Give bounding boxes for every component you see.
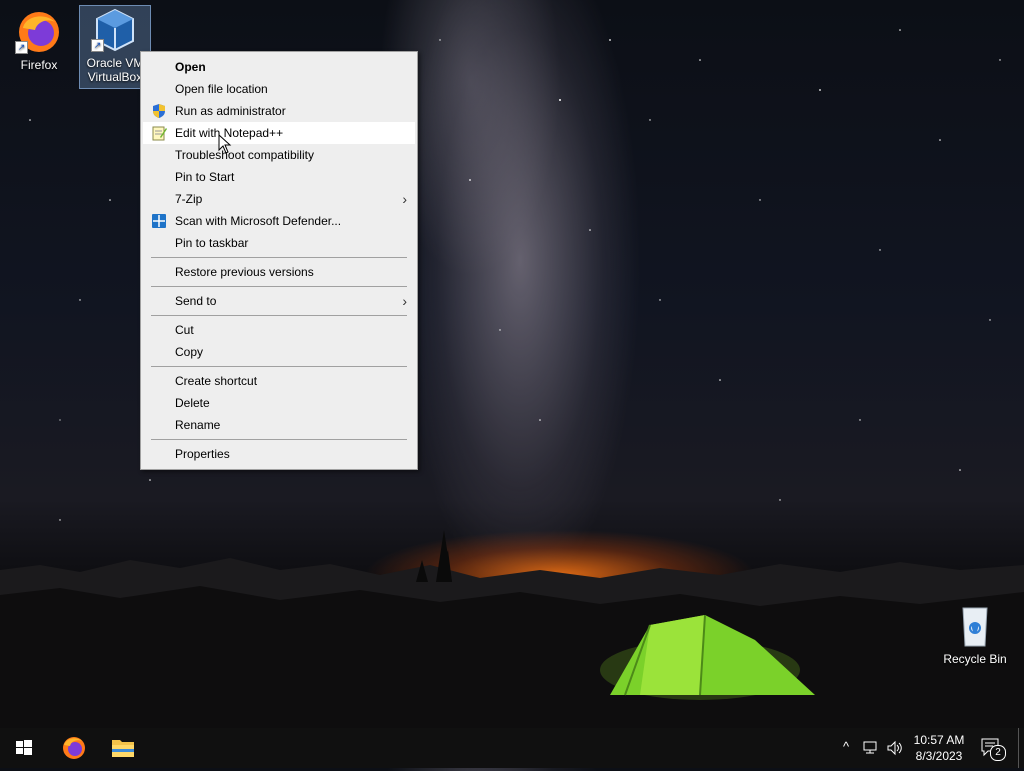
menu-item-troubleshoot-compatibility[interactable]: Troubleshoot compatibility: [143, 144, 415, 166]
volume-icon[interactable]: [886, 739, 904, 757]
menu-item-7-zip[interactable]: 7-Zip ›: [143, 188, 415, 210]
menu-item-label: 7-Zip: [175, 192, 203, 206]
menu-item-label: Troubleshoot compatibility: [175, 148, 314, 162]
menu-item-run-as-administrator[interactable]: Run as administrator: [143, 100, 415, 122]
menu-item-edit-with-notepad-plus-plus[interactable]: Edit with Notepad++: [143, 122, 415, 144]
menu-item-properties[interactable]: Properties: [143, 443, 415, 465]
menu-separator: [151, 366, 407, 367]
menu-item-open[interactable]: Open: [143, 56, 415, 78]
menu-item-restore-previous-versions[interactable]: Restore previous versions: [143, 261, 415, 283]
chevron-right-icon: ›: [402, 293, 407, 309]
clock-time: 10:57 AM: [913, 733, 965, 747]
action-center-button[interactable]: 2: [980, 737, 1006, 761]
menu-item-label: Pin to taskbar: [175, 236, 249, 250]
show-desktop-button[interactable]: [1018, 728, 1024, 768]
menu-item-rename[interactable]: Rename: [143, 414, 415, 436]
firefox-icon: [63, 737, 85, 759]
defender-icon: [151, 213, 167, 229]
notification-count-badge: 2: [990, 745, 1006, 761]
taskbar-firefox-button[interactable]: [50, 728, 98, 768]
menu-item-label: Rename: [175, 418, 221, 432]
shortcut-arrow-icon: ↗: [91, 39, 104, 52]
shield-icon: [151, 103, 167, 119]
firefox-icon: ↗: [15, 8, 63, 56]
menu-item-label: Pin to Start: [175, 170, 235, 184]
recycle-bin-icon: [951, 602, 999, 650]
menu-item-label: Restore previous versions: [175, 265, 314, 279]
menu-item-delete[interactable]: Delete: [143, 392, 415, 414]
notepad-plus-plus-icon: [151, 125, 167, 141]
menu-item-label: Run as administrator: [175, 104, 286, 118]
menu-item-open-file-location[interactable]: Open file location: [143, 78, 415, 100]
menu-item-label: Copy: [175, 345, 204, 359]
chevron-right-icon: ›: [402, 191, 407, 207]
menu-item-pin-to-start[interactable]: Pin to Start: [143, 166, 415, 188]
menu-item-send-to[interactable]: Send to ›: [143, 290, 415, 312]
desktop-icon-label: Recycle Bin: [943, 652, 1007, 666]
network-icon[interactable]: [862, 739, 880, 757]
menu-item-create-shortcut[interactable]: Create shortcut: [143, 370, 415, 392]
show-hidden-icons-button[interactable]: ^: [838, 739, 854, 754]
menu-item-scan-with-defender[interactable]: Scan with Microsoft Defender...: [143, 210, 415, 232]
context-menu: Open Open file location Run as administr…: [140, 51, 418, 470]
menu-separator: [151, 315, 407, 316]
clock-date: 8/3/2023: [915, 749, 963, 763]
virtualbox-icon: ↗: [91, 6, 139, 54]
clock[interactable]: 10:57 AM 8/3/2023: [908, 731, 970, 765]
menu-item-label: Cut: [175, 323, 194, 337]
menu-separator: [151, 257, 407, 258]
taskbar: ^ 10:57 AM 8/3/2023 2: [0, 728, 1024, 768]
menu-item-label: Properties: [175, 447, 230, 461]
desktop-icon-recycle-bin[interactable]: Recycle Bin: [940, 602, 1010, 666]
taskbar-file-explorer-button[interactable]: [99, 728, 147, 768]
menu-item-copy[interactable]: Copy: [143, 341, 415, 363]
desktop-icon-label: Firefox: [20, 58, 58, 72]
menu-item-cut[interactable]: Cut: [143, 319, 415, 341]
file-explorer-icon: [112, 740, 134, 757]
menu-item-label: Open: [175, 60, 206, 74]
landscape: [0, 530, 1024, 735]
menu-item-label: Scan with Microsoft Defender...: [175, 214, 342, 228]
menu-item-pin-to-taskbar[interactable]: Pin to taskbar: [143, 232, 415, 254]
start-button[interactable]: [0, 728, 48, 768]
start-icon: [16, 740, 32, 755]
menu-separator: [151, 439, 407, 440]
shortcut-arrow-icon: ↗: [15, 41, 28, 54]
desktop-icon-firefox[interactable]: ↗ Firefox: [4, 8, 74, 72]
menu-item-label: Delete: [175, 396, 210, 410]
mouse-cursor-icon: [218, 134, 232, 154]
menu-item-label: Send to: [175, 294, 217, 308]
menu-item-label: Open file location: [175, 82, 268, 96]
menu-item-label: Create shortcut: [175, 374, 258, 388]
menu-separator: [151, 286, 407, 287]
